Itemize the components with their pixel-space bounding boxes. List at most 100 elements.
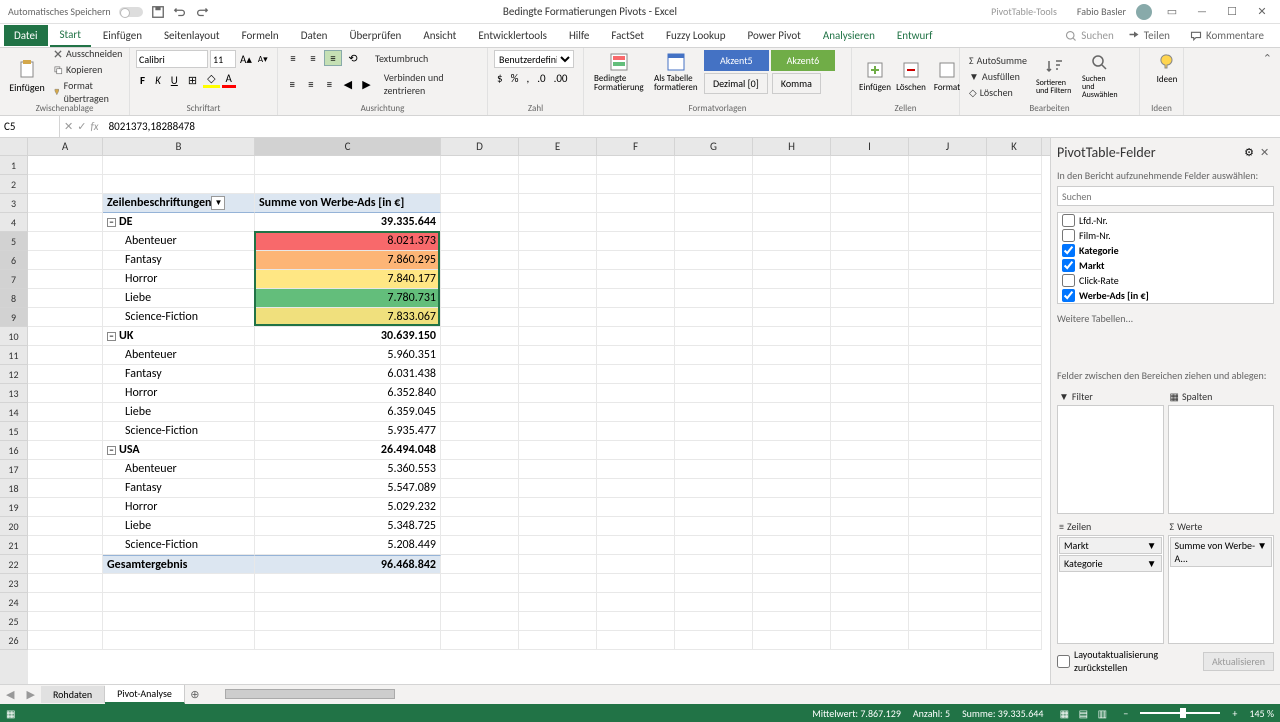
zoom-out-button[interactable]: − xyxy=(1123,707,1128,720)
cell[interactable] xyxy=(255,631,441,650)
cell[interactable] xyxy=(909,213,987,232)
tab-design[interactable]: Entwurf xyxy=(887,25,943,46)
cell[interactable] xyxy=(909,232,987,251)
minimize-button[interactable]: — xyxy=(1192,2,1212,22)
cell[interactable] xyxy=(28,308,103,327)
cell[interactable] xyxy=(909,289,987,308)
cell[interactable]: Science-Fiction xyxy=(103,308,255,327)
cell[interactable] xyxy=(909,555,987,574)
cell[interactable] xyxy=(675,384,753,403)
tab-formulas[interactable]: Formeln xyxy=(232,25,289,46)
cell[interactable] xyxy=(519,251,597,270)
cell[interactable] xyxy=(909,517,987,536)
cell[interactable]: Abenteuer xyxy=(103,460,255,479)
cell[interactable] xyxy=(519,593,597,612)
tab-insert[interactable]: Einfügen xyxy=(93,25,152,46)
tab-analyze[interactable]: Analysieren xyxy=(813,25,885,46)
row-header-12[interactable]: 12 xyxy=(0,365,28,384)
cell[interactable]: Fantasy xyxy=(103,365,255,384)
row-header-8[interactable]: 8 xyxy=(0,289,28,308)
cell[interactable] xyxy=(519,327,597,346)
cell[interactable] xyxy=(519,517,597,536)
cut-button[interactable]: Ausschneiden xyxy=(50,46,125,61)
cell[interactable] xyxy=(909,251,987,270)
cell[interactable] xyxy=(987,175,1042,194)
user-avatar[interactable] xyxy=(1136,4,1152,20)
tab-start[interactable]: Start xyxy=(50,24,91,47)
cell[interactable]: 5.547.089 xyxy=(255,479,441,498)
cell[interactable] xyxy=(441,384,519,403)
cell[interactable] xyxy=(519,270,597,289)
close-button[interactable]: ✕ xyxy=(1252,2,1272,22)
cell[interactable] xyxy=(987,213,1042,232)
sheet-tab-pivot[interactable]: Pivot-Analyse xyxy=(105,685,185,704)
cell[interactable] xyxy=(987,232,1042,251)
cell[interactable] xyxy=(441,289,519,308)
cell[interactable] xyxy=(441,593,519,612)
cell[interactable] xyxy=(831,232,909,251)
cell[interactable] xyxy=(597,460,675,479)
cell[interactable] xyxy=(831,346,909,365)
cell[interactable] xyxy=(675,479,753,498)
cell[interactable] xyxy=(987,270,1042,289)
cell[interactable]: Fantasy xyxy=(103,251,255,270)
tab-powerpivot[interactable]: Power Pivot xyxy=(737,25,810,46)
col-header-H[interactable]: H xyxy=(753,138,831,155)
cell[interactable]: Summe von Werbe-Ads [in €] xyxy=(255,194,441,213)
cell[interactable] xyxy=(519,365,597,384)
cell[interactable] xyxy=(597,498,675,517)
cell[interactable] xyxy=(909,498,987,517)
pivot-close-button[interactable]: ✕ xyxy=(1260,146,1274,159)
maximize-button[interactable]: ☐ xyxy=(1222,2,1242,22)
cell[interactable] xyxy=(441,213,519,232)
underline-button[interactable]: U xyxy=(167,74,182,87)
autosum-button[interactable]: Σ AutoSumme xyxy=(966,53,1030,68)
cell[interactable] xyxy=(441,574,519,593)
cell[interactable] xyxy=(441,156,519,175)
cell[interactable] xyxy=(753,612,831,631)
cell[interactable] xyxy=(28,346,103,365)
row-header-11[interactable]: 11 xyxy=(0,346,28,365)
cell[interactable]: 5.208.449 xyxy=(255,536,441,555)
cell[interactable] xyxy=(441,517,519,536)
cell[interactable] xyxy=(831,593,909,612)
cell[interactable] xyxy=(831,308,909,327)
cell[interactable] xyxy=(831,270,909,289)
row-header-25[interactable]: 25 xyxy=(0,612,28,631)
cell[interactable] xyxy=(909,593,987,612)
cell[interactable] xyxy=(597,213,675,232)
cell[interactable] xyxy=(441,536,519,555)
cell[interactable] xyxy=(831,251,909,270)
cell[interactable] xyxy=(441,308,519,327)
field-item[interactable]: Film-Nr. xyxy=(1058,228,1273,243)
cell[interactable] xyxy=(831,574,909,593)
cell[interactable] xyxy=(753,346,831,365)
cell[interactable] xyxy=(831,327,909,346)
cancel-formula-icon[interactable]: ✕ xyxy=(64,120,73,133)
cell[interactable] xyxy=(28,289,103,308)
more-tables-link[interactable]: Weitere Tabellen... xyxy=(1057,308,1274,329)
tab-fuzzy[interactable]: Fuzzy Lookup xyxy=(656,25,736,46)
orientation-button[interactable]: ⟲ xyxy=(344,50,362,66)
cell[interactable] xyxy=(753,517,831,536)
insert-cells-button[interactable]: Einfügen xyxy=(858,58,892,95)
fill-color-button[interactable]: ◇ xyxy=(203,72,219,88)
row-header-14[interactable]: 14 xyxy=(0,403,28,422)
cell[interactable] xyxy=(28,327,103,346)
cell[interactable] xyxy=(597,365,675,384)
cell[interactable] xyxy=(675,403,753,422)
formula-input[interactable]: 8021373,18288478 xyxy=(103,120,1280,133)
col-header-C[interactable]: C xyxy=(255,138,441,155)
cell[interactable] xyxy=(987,156,1042,175)
cell[interactable]: Horror xyxy=(103,270,255,289)
cell[interactable]: 5.029.232 xyxy=(255,498,441,517)
cell[interactable] xyxy=(28,194,103,213)
cell[interactable] xyxy=(519,555,597,574)
wrap-text-button[interactable]: Textumbruch xyxy=(372,51,431,66)
cell[interactable] xyxy=(28,631,103,650)
cell[interactable] xyxy=(597,194,675,213)
cell[interactable] xyxy=(753,365,831,384)
add-sheet-button[interactable]: ⊕ xyxy=(185,688,205,701)
update-button[interactable]: Aktualisieren xyxy=(1203,652,1274,671)
cell[interactable] xyxy=(675,460,753,479)
